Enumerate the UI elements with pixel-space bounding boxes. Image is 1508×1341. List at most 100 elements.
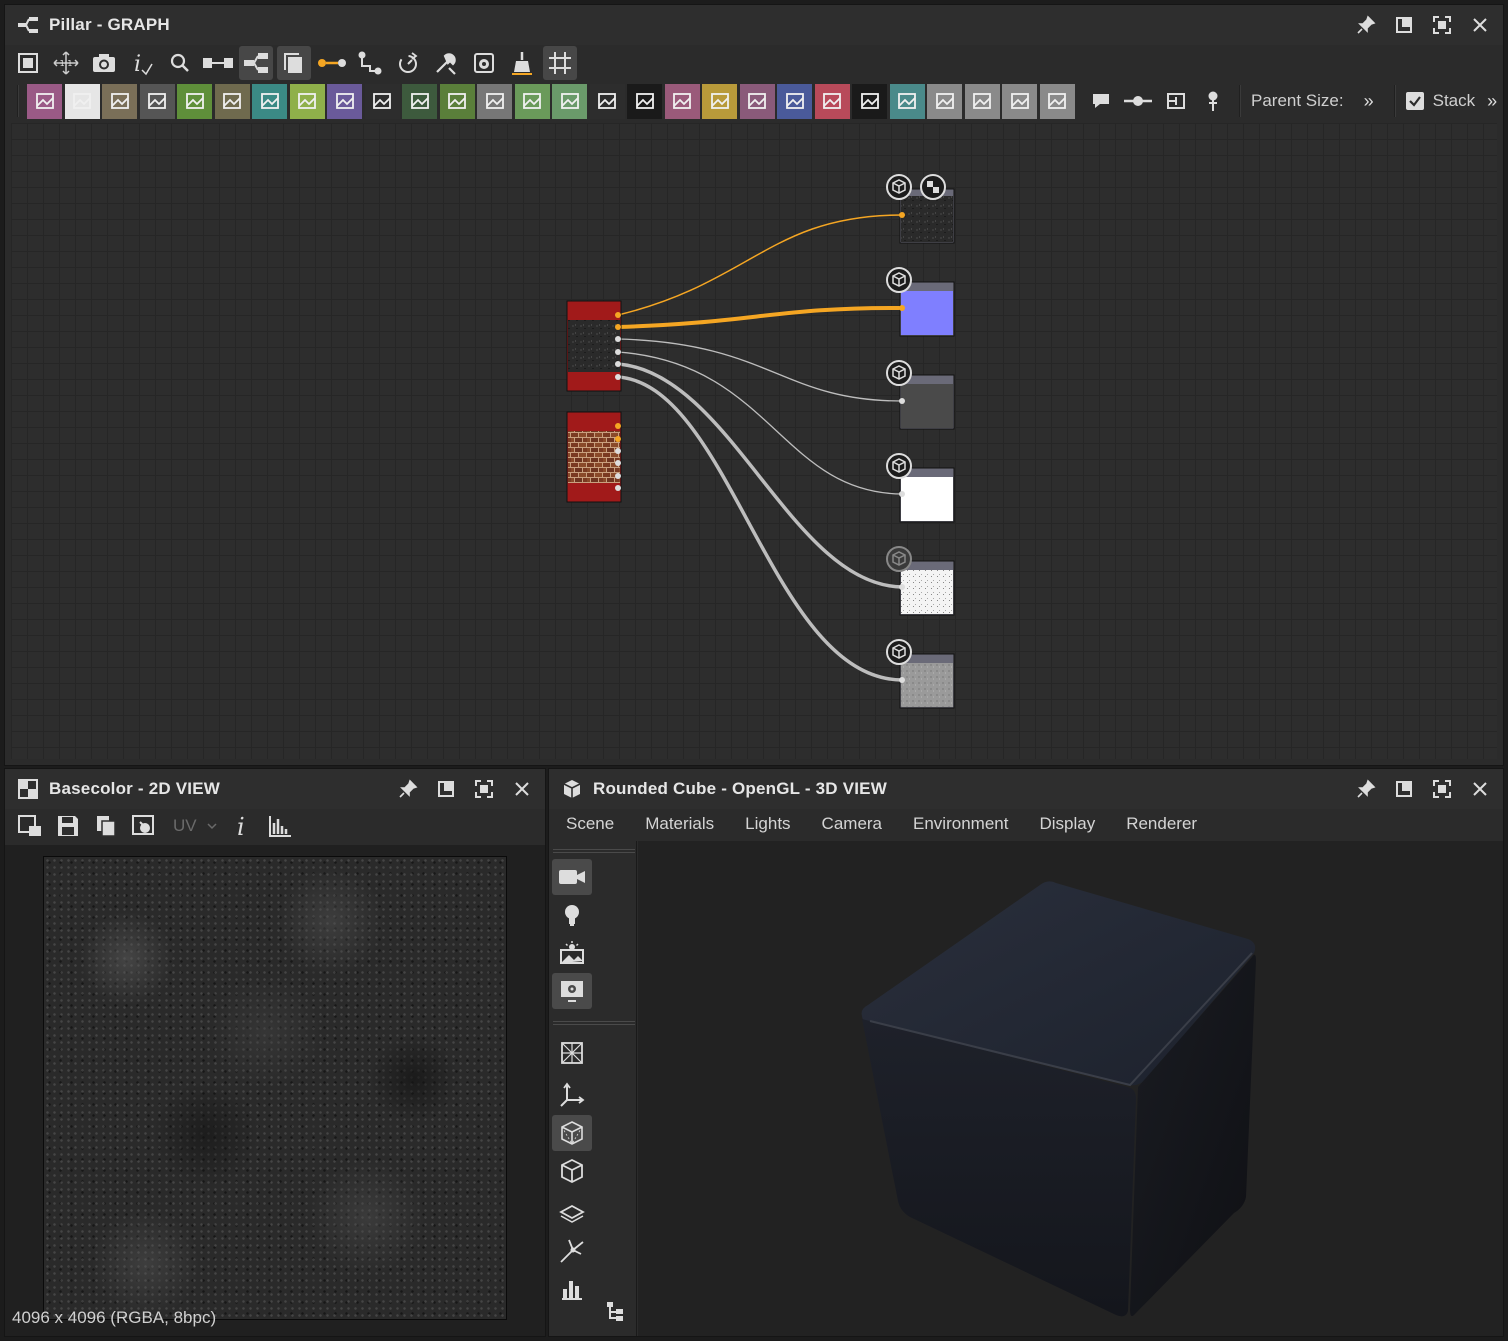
output-node-normal[interactable] [886,267,955,337]
crop-icon[interactable] [777,83,812,119]
stack-expand-icon[interactable]: » [1487,91,1497,112]
link-connector-icon[interactable] [315,46,349,80]
pin-icon[interactable] [1353,12,1379,38]
maximize-icon[interactable] [1429,12,1455,38]
menu-materials[interactable]: Materials [645,814,714,834]
grid-snap-icon[interactable] [543,46,577,80]
uniform-color-icon[interactable] [102,83,137,119]
svg-icon[interactable] [64,83,100,119]
texture-preview-area[interactable]: 4096 x 4096 (RGBA, 8bpc) [5,845,545,1336]
paint-icon[interactable] [814,83,850,119]
reset-zoom-icon[interactable]: 1:1 [49,46,83,80]
shape-icon[interactable] [327,83,362,119]
output-node-height[interactable] [886,639,955,709]
menu-display[interactable]: Display [1039,814,1095,834]
stack-checkbox[interactable] [1405,92,1424,110]
float-window-icon[interactable] [1391,776,1417,802]
uv-dropdown[interactable]: UV [173,816,217,836]
mirror-icon[interactable] [702,83,737,119]
close-icon[interactable] [1467,776,1493,802]
transform-icon[interactable] [252,83,287,119]
graph-instance-icon[interactable] [1002,83,1037,119]
save-icon[interactable] [51,809,85,843]
screenshot-icon[interactable] [87,46,121,80]
close-icon[interactable] [509,776,535,802]
menu-environment[interactable]: Environment [913,814,1008,834]
tile-generator-icon[interactable] [364,83,400,119]
material-node-stone[interactable] [566,300,622,392]
normal-icon[interactable] [889,83,925,119]
axis-gizmo-icon[interactable] [552,1077,592,1113]
3d-viewport[interactable] [638,841,1503,1336]
levels-icon[interactable] [177,83,212,119]
display-settings-icon[interactable] [552,973,592,1009]
noise-icon[interactable] [627,83,662,119]
comment-icon[interactable] [1083,84,1118,119]
fit-view-icon[interactable] [13,809,47,843]
warp-icon[interactable] [664,83,700,119]
hue-icon[interactable] [589,83,625,119]
fx-map-icon[interactable] [402,83,437,119]
frame-all-icon[interactable] [11,46,45,80]
search-icon[interactable] [163,46,197,80]
light-direction-icon[interactable] [552,1233,592,1269]
link-angle-icon[interactable] [353,46,387,80]
value-processor-icon[interactable] [477,83,512,119]
parent-size-expand-icon[interactable]: » [1364,91,1374,112]
maximize-icon[interactable] [471,776,497,802]
graph-layout-icon[interactable] [239,46,273,80]
material-node-brick[interactable] [566,411,622,503]
menu-camera[interactable]: Camera [822,814,882,834]
align-nodes-icon[interactable] [201,46,235,80]
graph-canvas[interactable] [11,123,1497,759]
output-node-metallic[interactable] [886,453,955,523]
curve-icon[interactable] [852,83,887,119]
uv-dropdown-label: UV [173,816,197,835]
stack-layers-icon[interactable] [277,46,311,80]
gradient-map-icon[interactable] [289,83,325,119]
input-icon[interactable] [927,83,962,119]
hsl-icon[interactable] [214,83,250,119]
plane-layers-icon[interactable] [552,1195,592,1231]
pin-icon[interactable] [395,776,421,802]
light-bulb-icon[interactable] [552,897,592,933]
frame-icon[interactable] [1039,83,1075,119]
cube-outline-icon[interactable] [552,1153,592,1189]
float-window-icon[interactable] [433,776,459,802]
pixel-processor-icon[interactable] [439,83,475,119]
grayscale-conversion-icon[interactable] [514,83,550,119]
info-icon[interactable]: i [125,46,159,80]
pin-dot-icon[interactable] [1121,84,1156,119]
camera-icon[interactable] [552,859,592,895]
menu-lights[interactable]: Lights [745,814,790,834]
blend-icon[interactable] [139,83,175,119]
output-node-ambient-occlusion[interactable] [886,546,955,616]
close-icon[interactable] [1467,12,1493,38]
wireframe-cube-icon[interactable] [552,1115,592,1151]
auto-refresh-icon[interactable] [391,46,425,80]
text-icon[interactable] [739,83,775,119]
tools-icon[interactable] [429,46,463,80]
statistics-icon[interactable] [552,1271,592,1307]
menu-renderer[interactable]: Renderer [1126,814,1197,834]
environment-map-icon[interactable] [552,935,592,971]
export-view-icon[interactable] [467,46,501,80]
output-node-basecolor[interactable] [886,174,955,244]
grid-sphere-icon[interactable] [552,1035,592,1071]
histogram-icon[interactable] [263,809,297,843]
info-icon[interactable]: i [225,809,259,843]
float-window-icon[interactable] [1391,12,1417,38]
bitmap-icon[interactable] [27,83,62,119]
scene-tree-icon[interactable] [605,1301,625,1328]
pin-node-icon[interactable] [1196,84,1231,119]
menu-scene[interactable]: Scene [566,814,614,834]
copy-icon[interactable] [89,809,123,843]
clean-graph-icon[interactable] [505,46,539,80]
display-settings-icon[interactable] [127,809,161,843]
histogram-icon[interactable] [552,83,587,119]
frame-node-icon[interactable] [1158,84,1193,119]
output-node-roughness[interactable] [886,360,955,430]
output-icon[interactable] [964,83,1000,119]
pin-icon[interactable] [1353,776,1379,802]
maximize-icon[interactable] [1429,776,1455,802]
